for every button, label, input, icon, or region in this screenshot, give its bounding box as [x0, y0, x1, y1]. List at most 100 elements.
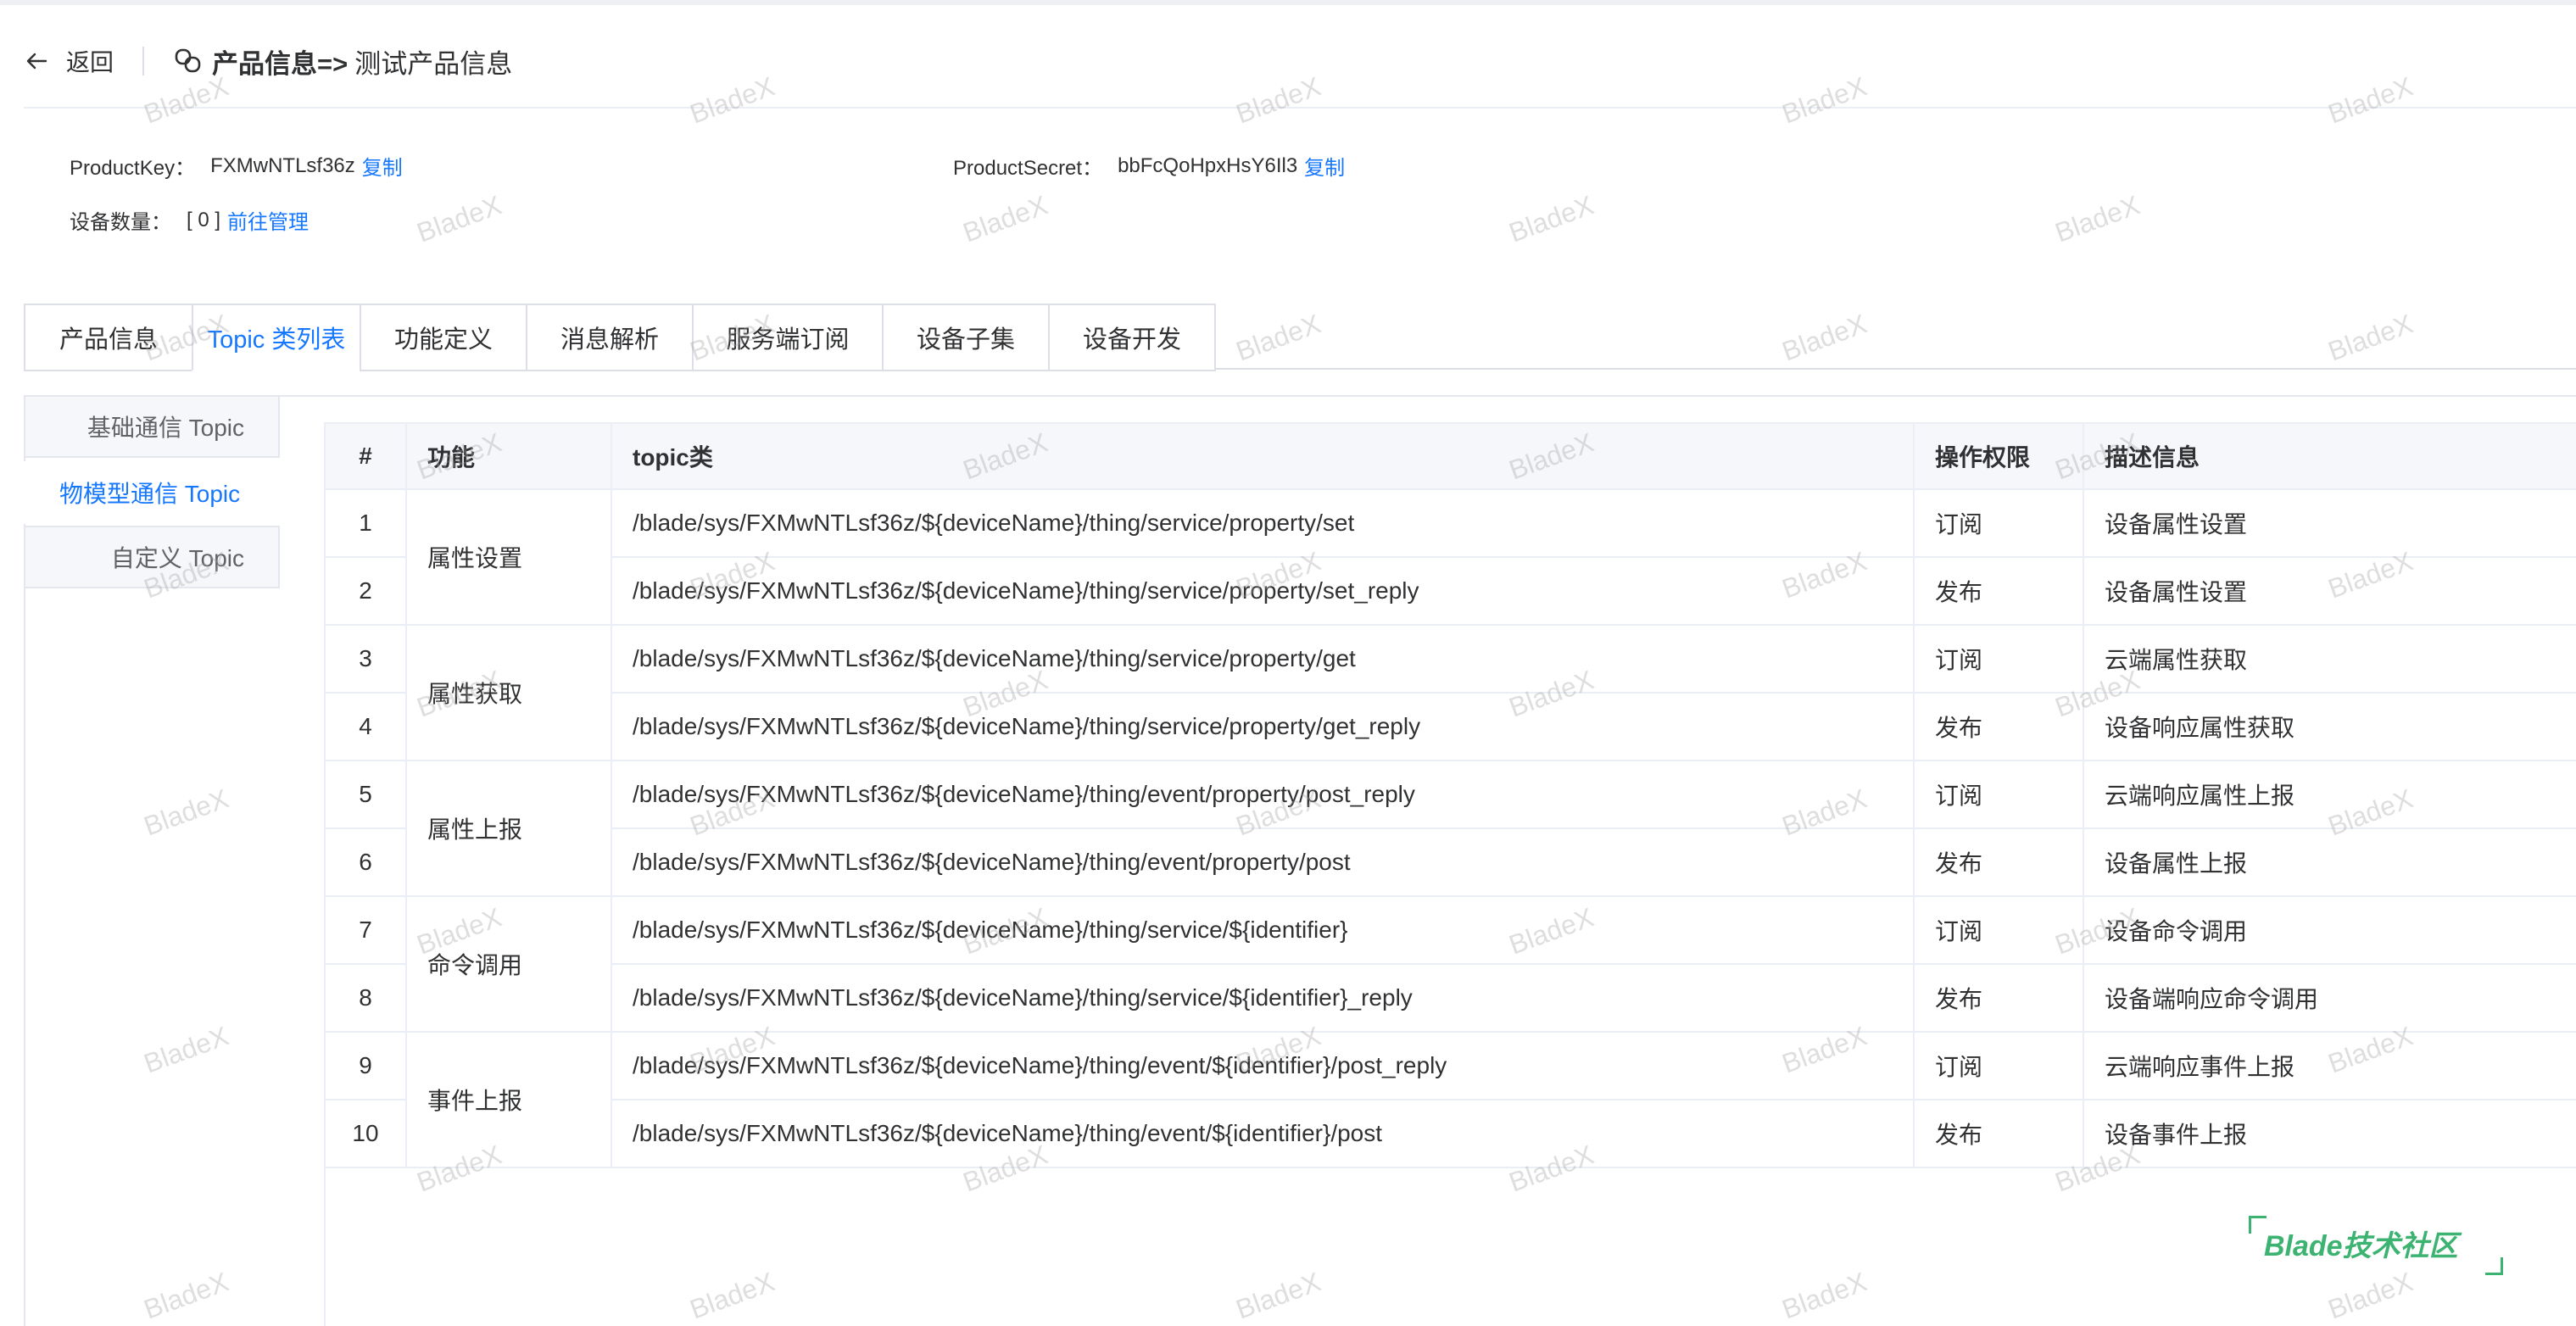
product-secret-row: ProductSecret： bbFcQoHpxHsY6Il3 复制: [953, 151, 1345, 181]
watermark-text: BladeX: [2050, 189, 2144, 248]
topic-cell: /blade/sys/FXMwNTLsf36z/${deviceName}/th…: [611, 760, 1915, 829]
permission-cell: 发布: [1913, 963, 2084, 1033]
product-tabs: 产品信息 Topic 类列表 功能定义 消息解析 服务端订阅 设备子集 设备开发: [24, 304, 1216, 371]
title-prefix: 产品信息=>: [212, 48, 348, 79]
description-cell: 设备属性上报: [2083, 827, 2576, 897]
permission-cell: 订阅: [1913, 1031, 2084, 1100]
function-cell: 事件上报: [405, 1031, 612, 1168]
top-divider: [0, 0, 2576, 5]
description-cell: 设备端响应命令调用: [2083, 963, 2576, 1033]
watermark-text: BladeX: [139, 783, 233, 842]
bracket-corner: [2485, 1257, 2503, 1275]
permission-cell: 发布: [1913, 692, 2084, 761]
watermark-text: BladeX: [685, 70, 779, 130]
header-topic: topic类: [611, 422, 1915, 490]
table-row: 6 /blade/sys/FXMwNTLsf36z/${deviceName}/…: [324, 827, 2576, 897]
table-row: 7 命令调用 /blade/sys/FXMwNTLsf36z/${deviceN…: [324, 895, 2576, 1033]
topic-cell: /blade/sys/FXMwNTLsf36z/${deviceName}/th…: [611, 827, 1915, 897]
product-key-label: ProductKey：: [70, 157, 196, 180]
topic-cell: /blade/sys/FXMwNTLsf36z/${deviceName}/th…: [611, 624, 1915, 694]
watermark-text: BladeX: [139, 1266, 233, 1325]
tab-function-definition[interactable]: 功能定义: [360, 304, 526, 371]
row-number: 7: [324, 895, 407, 965]
description-cell: 设备事件上报: [2083, 1099, 2576, 1168]
row-number: 10: [324, 1099, 407, 1168]
header-divider: [142, 47, 145, 75]
table-row: 10 /blade/sys/FXMwNTLsf36z/${deviceName}…: [324, 1099, 2576, 1168]
description-cell: 设备命令调用: [2083, 895, 2576, 965]
table-row: 4 /blade/sys/FXMwNTLsf36z/${deviceName}/…: [324, 692, 2576, 761]
row-number: 4: [324, 692, 407, 761]
watermark-text: BladeX: [1231, 308, 1325, 367]
product-key-value: FXMwNTLsf36z: [210, 153, 355, 177]
back-button[interactable]: 返回: [24, 44, 114, 78]
device-manage-link[interactable]: 前往管理: [227, 205, 309, 235]
page-header: 返回 产品信息=> 测试产品信息: [24, 37, 512, 85]
product-key-row: ProductKey： FXMwNTLsf36z 复制: [70, 151, 403, 181]
link-icon: [175, 48, 201, 73]
product-secret-value: bbFcQoHpxHsY6Il3: [1118, 153, 1298, 177]
row-number: 5: [324, 760, 407, 829]
permission-cell: 发布: [1913, 556, 2084, 626]
tab-message-parsing[interactable]: 消息解析: [526, 304, 692, 371]
permission-cell: 发布: [1913, 1099, 2084, 1168]
watermark-text: BladeX: [139, 1020, 233, 1079]
back-label: 返回: [66, 49, 114, 75]
device-count-row: 设备数量： [ 0 ] 前往管理: [70, 205, 309, 235]
row-number: 3: [324, 624, 407, 694]
device-count-label: 设备数量：: [70, 211, 171, 234]
topic-table: # 功能 topic类 操作权限 描述信息 1 属性设置 /blade/sys/…: [324, 422, 2576, 1168]
sidebar-item-custom-topic[interactable]: 自定义 Topic: [24, 526, 280, 588]
description-cell: 设备属性设置: [2083, 556, 2576, 626]
brand-text: Blade技术社区: [2264, 1230, 2458, 1262]
row-number: 2: [324, 556, 407, 626]
permission-cell: 订阅: [1913, 488, 2084, 558]
table-row: 1 属性设置 /blade/sys/FXMwNTLsf36z/${deviceN…: [324, 488, 2576, 626]
tab-server-subscription[interactable]: 服务端订阅: [692, 304, 882, 371]
header-function: 功能: [405, 422, 612, 490]
description-cell: 云端属性获取: [2083, 624, 2576, 694]
copy-product-key-link[interactable]: 复制: [362, 151, 403, 181]
watermark-text: BladeX: [1777, 308, 1871, 367]
topic-cell: /blade/sys/FXMwNTLsf36z/${deviceName}/th…: [611, 895, 1915, 965]
topic-cell: /blade/sys/FXMwNTLsf36z/${deviceName}/th…: [611, 556, 1915, 626]
watermark-text: BladeX: [958, 189, 1052, 248]
permission-cell: 订阅: [1913, 760, 2084, 829]
copy-product-secret-link[interactable]: 复制: [1304, 151, 1345, 181]
row-number: 8: [324, 963, 407, 1033]
sidebar-item-basic-topic[interactable]: 基础通信 Topic: [24, 395, 280, 458]
watermark-text: BladeX: [1231, 70, 1325, 130]
function-cell: 属性上报: [405, 760, 612, 897]
tab-device-subset[interactable]: 设备子集: [882, 304, 1048, 371]
topic-cell: /blade/sys/FXMwNTLsf36z/${deviceName}/th…: [611, 692, 1915, 761]
header-number: #: [324, 422, 407, 490]
watermark-text: BladeX: [1777, 70, 1871, 130]
topic-cell: /blade/sys/FXMwNTLsf36z/${deviceName}/th…: [611, 1031, 1915, 1100]
watermark-text: BladeX: [1504, 189, 1598, 248]
tab-topic-list[interactable]: Topic 类列表: [192, 304, 360, 371]
row-number: 1: [324, 488, 407, 558]
function-cell: 命令调用: [405, 895, 612, 1033]
page-title: 产品信息=> 测试产品信息: [173, 42, 512, 81]
permission-cell: 发布: [1913, 827, 2084, 897]
table-row: 2 /blade/sys/FXMwNTLsf36z/${deviceName}/…: [324, 556, 2576, 626]
topic-cell: /blade/sys/FXMwNTLsf36z/${deviceName}/th…: [611, 488, 1915, 558]
topic-cell: /blade/sys/FXMwNTLsf36z/${deviceName}/th…: [611, 1099, 1915, 1168]
table-header-row: # 功能 topic类 操作权限 描述信息: [324, 422, 2576, 490]
watermark-text: BladeX: [2323, 70, 2417, 130]
tab-product-info[interactable]: 产品信息: [24, 304, 192, 371]
product-secret-label: ProductSecret：: [953, 157, 1103, 180]
sidebar-item-thing-model-topic[interactable]: 物模型通信 Topic: [24, 461, 280, 524]
tab-device-development[interactable]: 设备开发: [1048, 304, 1216, 371]
watermark-text: BladeX: [412, 189, 506, 248]
row-number: 9: [324, 1031, 407, 1100]
title-product-name: 测试产品信息: [354, 48, 513, 79]
table-row: 3 属性获取 /blade/sys/FXMwNTLsf36z/${deviceN…: [324, 624, 2576, 761]
table-row: 5 属性上报 /blade/sys/FXMwNTLsf36z/${deviceN…: [324, 760, 2576, 897]
table-row: 9 事件上报 /blade/sys/FXMwNTLsf36z/${deviceN…: [324, 1031, 2576, 1168]
description-cell: 设备属性设置: [2083, 488, 2576, 558]
header-underline: [24, 107, 2576, 109]
table-row: 8 /blade/sys/FXMwNTLsf36z/${deviceName}/…: [324, 963, 2576, 1033]
row-number: 6: [324, 827, 407, 897]
header-permission: 操作权限: [1913, 422, 2084, 490]
